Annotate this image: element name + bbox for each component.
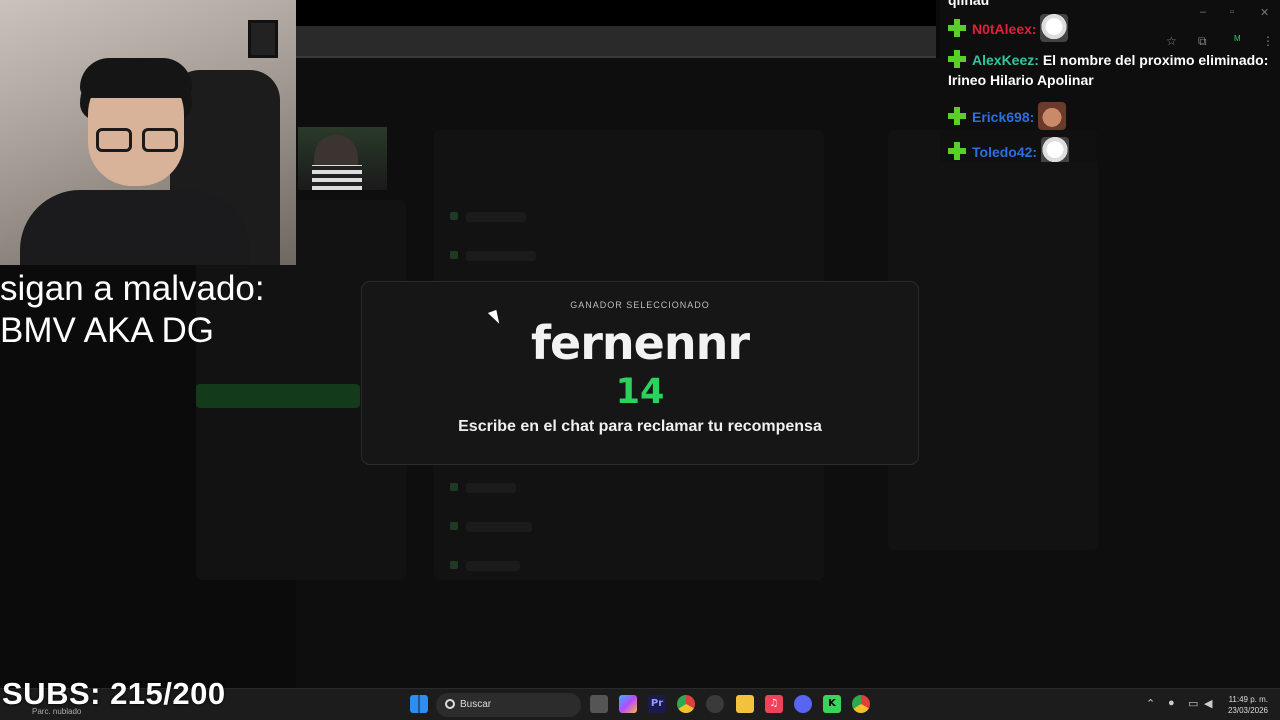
background-panel-right xyxy=(888,130,1098,550)
minimize-icon[interactable]: – xyxy=(1200,6,1206,18)
network-icon[interactable]: ▭ xyxy=(1188,697,1198,710)
winner-modal: GANADOR SELECCIONADO fernennr 14 Escribe… xyxy=(361,281,919,465)
claim-message: Escribe en el chat para reclamar tu reco… xyxy=(458,418,822,435)
clock-date: 23/03/2026 xyxy=(1227,706,1268,715)
background-green-button xyxy=(196,384,360,408)
subs-counter: SUBS: 215/200 xyxy=(2,676,226,711)
background-row xyxy=(466,212,526,222)
face-emote-icon xyxy=(1038,102,1067,130)
profile-icon[interactable]: M xyxy=(1234,34,1241,43)
explorer-icon[interactable] xyxy=(736,695,754,713)
kick-icon[interactable]: K xyxy=(823,695,841,713)
background-row-dot xyxy=(450,212,458,220)
copilot-icon[interactable] xyxy=(619,695,637,713)
background-thumbnail xyxy=(298,127,387,190)
sub-badge-icon xyxy=(948,142,966,160)
chat-username: Erick698: xyxy=(972,109,1035,125)
browser-tab-strip xyxy=(296,26,936,58)
search-label: Buscar xyxy=(460,699,492,710)
overlay-line-2: BMV AKA DG xyxy=(0,311,214,350)
microphone-icon[interactable]: ● xyxy=(1168,697,1175,709)
background-row-dot xyxy=(450,483,458,491)
premiere-icon[interactable]: Pr xyxy=(648,695,666,713)
close-icon[interactable]: ✕ xyxy=(1260,6,1269,19)
search-box[interactable]: Buscar xyxy=(436,693,581,717)
chat-message: Erick698: xyxy=(948,102,1067,130)
clock-time: 11:49 p. m. xyxy=(1228,695,1268,704)
browser-top-bar xyxy=(296,0,936,26)
tray-chevron-icon[interactable]: ⌃ xyxy=(1146,697,1155,710)
background-row-dot xyxy=(450,251,458,259)
windows-icon[interactable] xyxy=(410,695,428,713)
background-row xyxy=(466,522,532,532)
browser-window-controls: – ▫ ✕ ☆ ⧉ M ⋮ xyxy=(936,0,1280,58)
background-row-dot xyxy=(450,561,458,569)
background-row xyxy=(466,483,516,493)
overlay-line-1: sigan a malvado: xyxy=(0,269,265,308)
steam-icon[interactable] xyxy=(706,695,724,713)
extensions-icon[interactable]: ⧉ xyxy=(1198,34,1207,49)
chrome-active-icon[interactable] xyxy=(852,695,870,713)
chat-username: Toledo42: xyxy=(972,144,1038,160)
volume-icon[interactable]: ◀ xyxy=(1204,697,1212,710)
chat-text-continuation: Irineo Hilario Apolinar xyxy=(948,72,1094,88)
chrome-icon[interactable] xyxy=(677,695,695,713)
search-icon xyxy=(445,699,455,709)
restore-icon[interactable]: ▫ xyxy=(1230,6,1234,18)
menu-icon[interactable]: ⋮ xyxy=(1262,34,1274,48)
background-row-dot xyxy=(450,522,458,530)
stream-overlay-text: sigan a malvado: BMV AKA DG xyxy=(0,268,265,352)
modal-eyebrow: GANADOR SELECCIONADO xyxy=(570,300,710,310)
chat-message: Toledo42: xyxy=(948,137,1069,162)
background-row xyxy=(466,561,520,571)
music-icon[interactable]: ♫ xyxy=(765,695,783,713)
winner-name: fernennr xyxy=(530,316,750,370)
winner-number: 14 xyxy=(615,372,665,412)
dog-emote-icon xyxy=(1040,137,1069,162)
clock[interactable]: 11:49 p. m. 23/03/2026 xyxy=(1228,694,1268,716)
sub-badge-icon xyxy=(948,107,966,125)
star-icon[interactable]: ☆ xyxy=(1166,34,1177,48)
background-row xyxy=(466,251,536,261)
webcam-feed xyxy=(0,0,296,265)
discord-icon[interactable] xyxy=(794,695,812,713)
task-view-icon[interactable] xyxy=(590,695,608,713)
